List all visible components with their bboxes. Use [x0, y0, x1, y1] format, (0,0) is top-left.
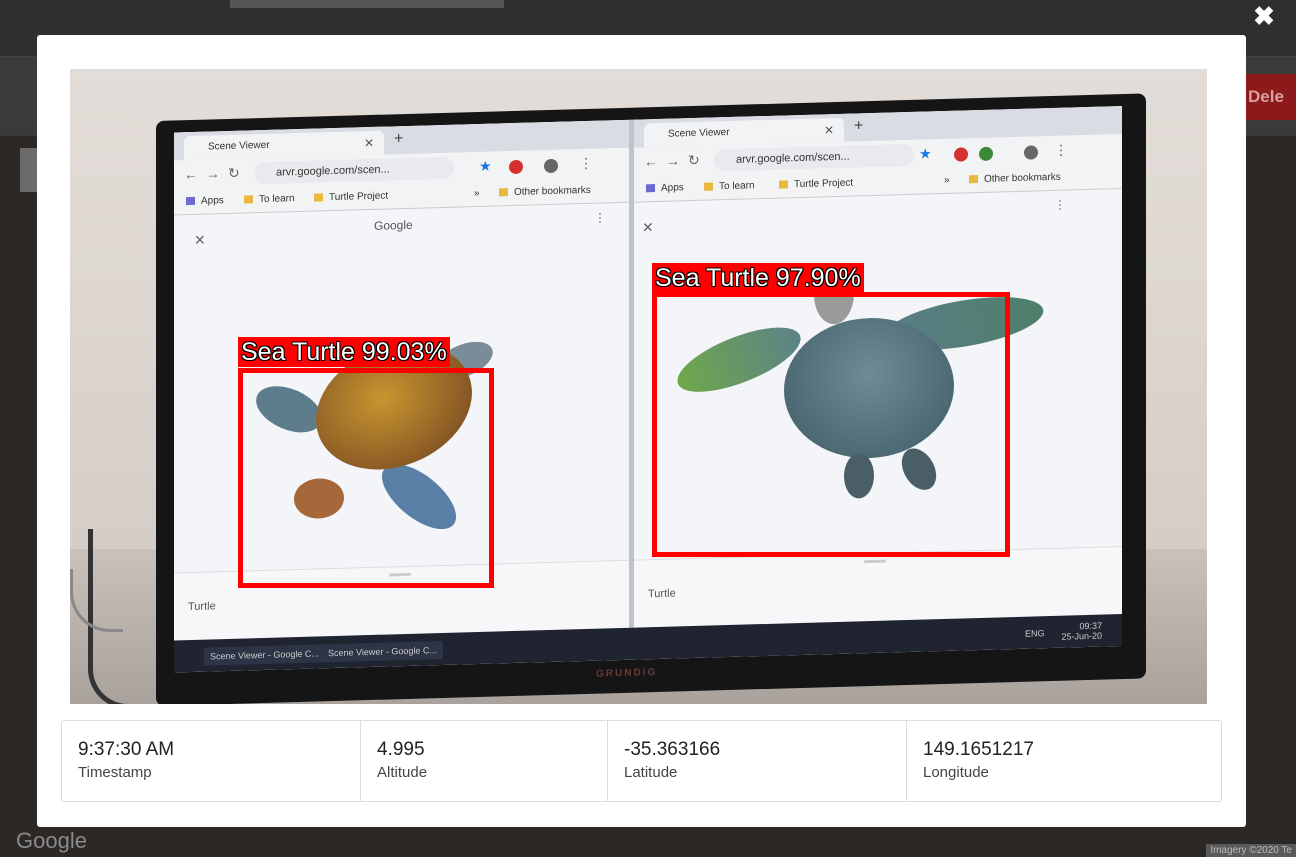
left-omnibox: arvr.google.com/scen... [254, 156, 454, 185]
left-bookmark-to-learn: To learn [244, 193, 295, 205]
right-avatar-icon [1024, 145, 1038, 160]
altitude-label: Altitude [377, 764, 428, 781]
timestamp-label: Timestamp [78, 764, 152, 781]
detection-label: Sea Turtle 97.90% [652, 263, 864, 293]
left-bookmark-other: Other bookmarks [499, 185, 591, 199]
timestamp-value: 9:37:30 AM [78, 739, 175, 760]
left-page-brand: Google [374, 217, 413, 233]
right-footer-label: Turtle [648, 587, 676, 601]
metadata-panel: 9:37:30 AM Timestamp 4.995 Altitude -35.… [61, 720, 1222, 802]
altitude-cell: 4.995 Altitude [361, 721, 608, 801]
taskbar-date: 25-Jun-20 [1061, 630, 1102, 642]
map-attribution: Imagery ©2020 Te [1206, 844, 1296, 857]
background-delete-button: Dele [1238, 74, 1296, 120]
detection-photo: Scene Viewer ✕ + ← → ↻ arvr.google.com/s… [70, 69, 1207, 704]
left-page-menu-icon: ⋮ [594, 210, 606, 225]
longitude-value: 149.1651217 [923, 739, 1034, 760]
longitude-label: Longitude [923, 764, 989, 781]
left-menu-icon: ⋮ [579, 154, 593, 172]
detection-box [652, 292, 1010, 557]
left-back-icon: ← [184, 165, 198, 183]
right-extension-icon [979, 146, 993, 162]
latitude-value: -35.363166 [624, 739, 721, 760]
taskbar-item: Scene Viewer - Google C... [204, 644, 325, 666]
right-bookmark-to-learn: To learn [704, 180, 755, 192]
right-omnibox: arvr.google.com/scen... [714, 143, 914, 172]
monitor-brand: GRUNDIG [596, 666, 658, 680]
right-abp-icon [954, 147, 968, 162]
left-abp-icon [509, 159, 523, 175]
left-star-icon: ★ [479, 157, 492, 174]
latitude-label: Latitude [624, 764, 678, 781]
right-back-icon: ← [644, 152, 658, 170]
left-new-tab-icon: + [394, 130, 404, 148]
longitude-cell: 149.1651217 Longitude [907, 721, 1221, 801]
left-bookmark-apps: Apps [186, 195, 224, 207]
left-bookmark-turtle-project: Turtle Project [314, 191, 388, 204]
image-preview-modal: Scene Viewer ✕ + ← → ↻ arvr.google.com/s… [37, 35, 1246, 827]
right-page-close-icon: ✕ [642, 219, 654, 236]
taskbar-item: Scene Viewer - Google C... [322, 640, 443, 663]
left-bookmark-overflow: » [474, 187, 480, 200]
close-icon[interactable]: ✖ [1252, 3, 1276, 29]
right-bookmark-apps: Apps [646, 182, 684, 194]
right-reload-icon: ↻ [688, 151, 700, 169]
right-star-icon: ★ [919, 145, 932, 162]
right-new-tab-icon: + [854, 117, 864, 135]
taskbar-lang: ENG [1025, 628, 1045, 639]
right-footer-handle [864, 559, 886, 564]
left-footer-label: Turtle [188, 600, 216, 614]
left-tab-title: Scene Viewer [208, 139, 270, 153]
right-forward-icon: → [666, 152, 680, 169]
taskbar-clock: 09:37 25-Jun-20 [1061, 621, 1102, 642]
left-forward-icon: → [206, 165, 220, 182]
left-tab-close-icon: ✕ [363, 135, 374, 151]
google-watermark: Google [16, 828, 87, 853]
background-tab [230, 0, 504, 8]
altitude-value: 4.995 [377, 739, 425, 760]
right-bookmark-turtle-project: Turtle Project [779, 178, 853, 191]
detection-box [238, 368, 494, 588]
right-tab-title: Scene Viewer [668, 126, 730, 140]
latitude-cell: -35.363166 Latitude [608, 721, 907, 801]
detection-label: Sea Turtle 99.03% [238, 337, 450, 367]
left-reload-icon: ↻ [228, 164, 240, 181]
left-avatar-icon [544, 158, 558, 174]
left-page-close-icon: ✕ [194, 231, 206, 248]
right-page-menu-icon: ⋮ [1054, 197, 1066, 212]
right-bookmark-overflow: » [944, 174, 950, 186]
right-bookmark-other: Other bookmarks [969, 172, 1061, 186]
right-menu-icon: ⋮ [1054, 141, 1068, 158]
timestamp-cell: 9:37:30 AM Timestamp [62, 721, 361, 801]
right-tab-close-icon: ✕ [823, 123, 834, 138]
